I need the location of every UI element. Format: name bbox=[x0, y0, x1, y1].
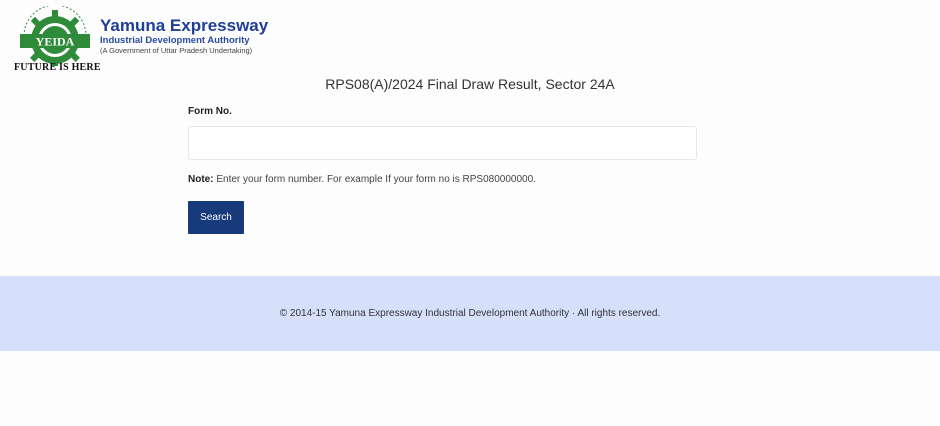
yeida-logo[interactable]: YEIDA bbox=[10, 4, 100, 66]
org-subtitle: Industrial Development Authority bbox=[100, 35, 250, 46]
footer-copyright: © 2014-15 Yamuna Expressway Industrial D… bbox=[279, 308, 661, 319]
note-label: Note: bbox=[188, 174, 214, 185]
site-footer: © 2014-15 Yamuna Expressway Industrial D… bbox=[0, 276, 940, 351]
form-note: Note: Enter your form number. For exampl… bbox=[188, 174, 698, 185]
form-no-label: Form No. bbox=[188, 106, 232, 117]
logo-text: YEIDA bbox=[36, 35, 75, 49]
form-no-input[interactable] bbox=[188, 126, 697, 160]
site-header: YEIDA FUTURE IS HERE Yamuna Expressway I… bbox=[10, 4, 280, 76]
org-name: Yamuna Expressway bbox=[100, 16, 269, 35]
page-title: RPS08(A)/2024 Final Draw Result, Sector … bbox=[325, 76, 615, 92]
note-text: Enter your form number. For example If y… bbox=[216, 174, 536, 185]
search-button[interactable]: Search bbox=[188, 201, 244, 234]
org-government-note: (A Government of Uttar Pradesh Undertaki… bbox=[100, 46, 253, 55]
form-number-form: Form No. Note: Enter your form number. F… bbox=[188, 106, 698, 234]
gear-emblem-icon: YEIDA bbox=[20, 4, 90, 66]
logo-tagline: FUTURE IS HERE bbox=[14, 62, 101, 73]
org-title-block: Yamuna Expressway Industrial Development… bbox=[100, 16, 290, 56]
